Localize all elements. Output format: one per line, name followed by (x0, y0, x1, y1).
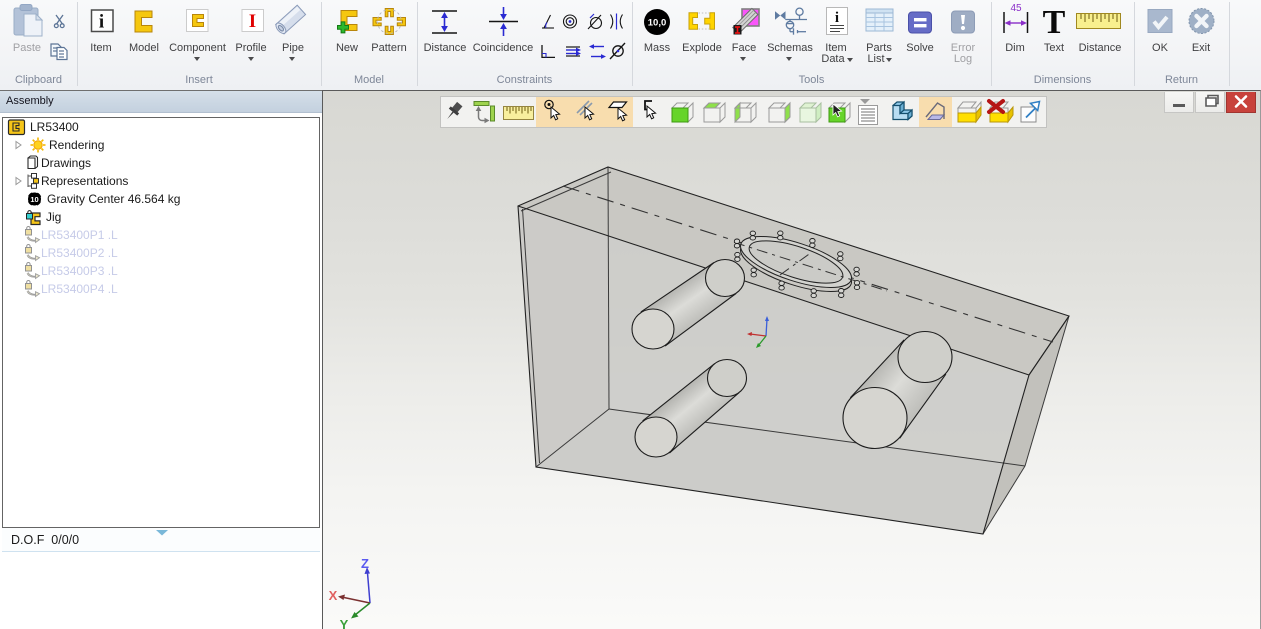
svg-text:i: i (99, 12, 104, 33)
svg-text:10: 10 (30, 195, 38, 204)
svg-text:45: 45 (1010, 3, 1022, 14)
svg-text:i: i (835, 10, 839, 26)
svg-text:Y: Y (340, 617, 349, 629)
svg-text:Z: Z (361, 556, 369, 571)
svg-text:10,0: 10,0 (648, 18, 667, 29)
svg-text:I: I (249, 11, 256, 32)
svg-text:X: X (329, 588, 338, 603)
svg-text:T: T (1043, 4, 1066, 41)
